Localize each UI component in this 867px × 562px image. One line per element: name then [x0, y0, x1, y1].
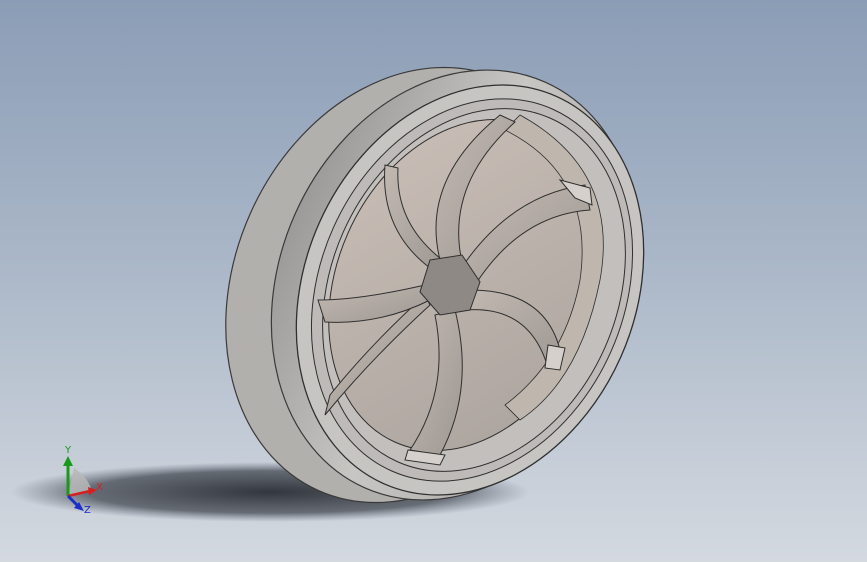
x-axis-label: X: [96, 482, 103, 493]
z-axis-line: [66, 494, 80, 508]
coordinate-triad: Y X Z: [63, 445, 103, 516]
z-axis-label: Z: [84, 505, 91, 516]
wheel-model[interactable]: [0, 0, 867, 562]
graphics-viewport[interactable]: Y X Z: [0, 0, 867, 562]
y-axis-arrow: [63, 456, 73, 466]
y-axis-label: Y: [64, 445, 72, 456]
